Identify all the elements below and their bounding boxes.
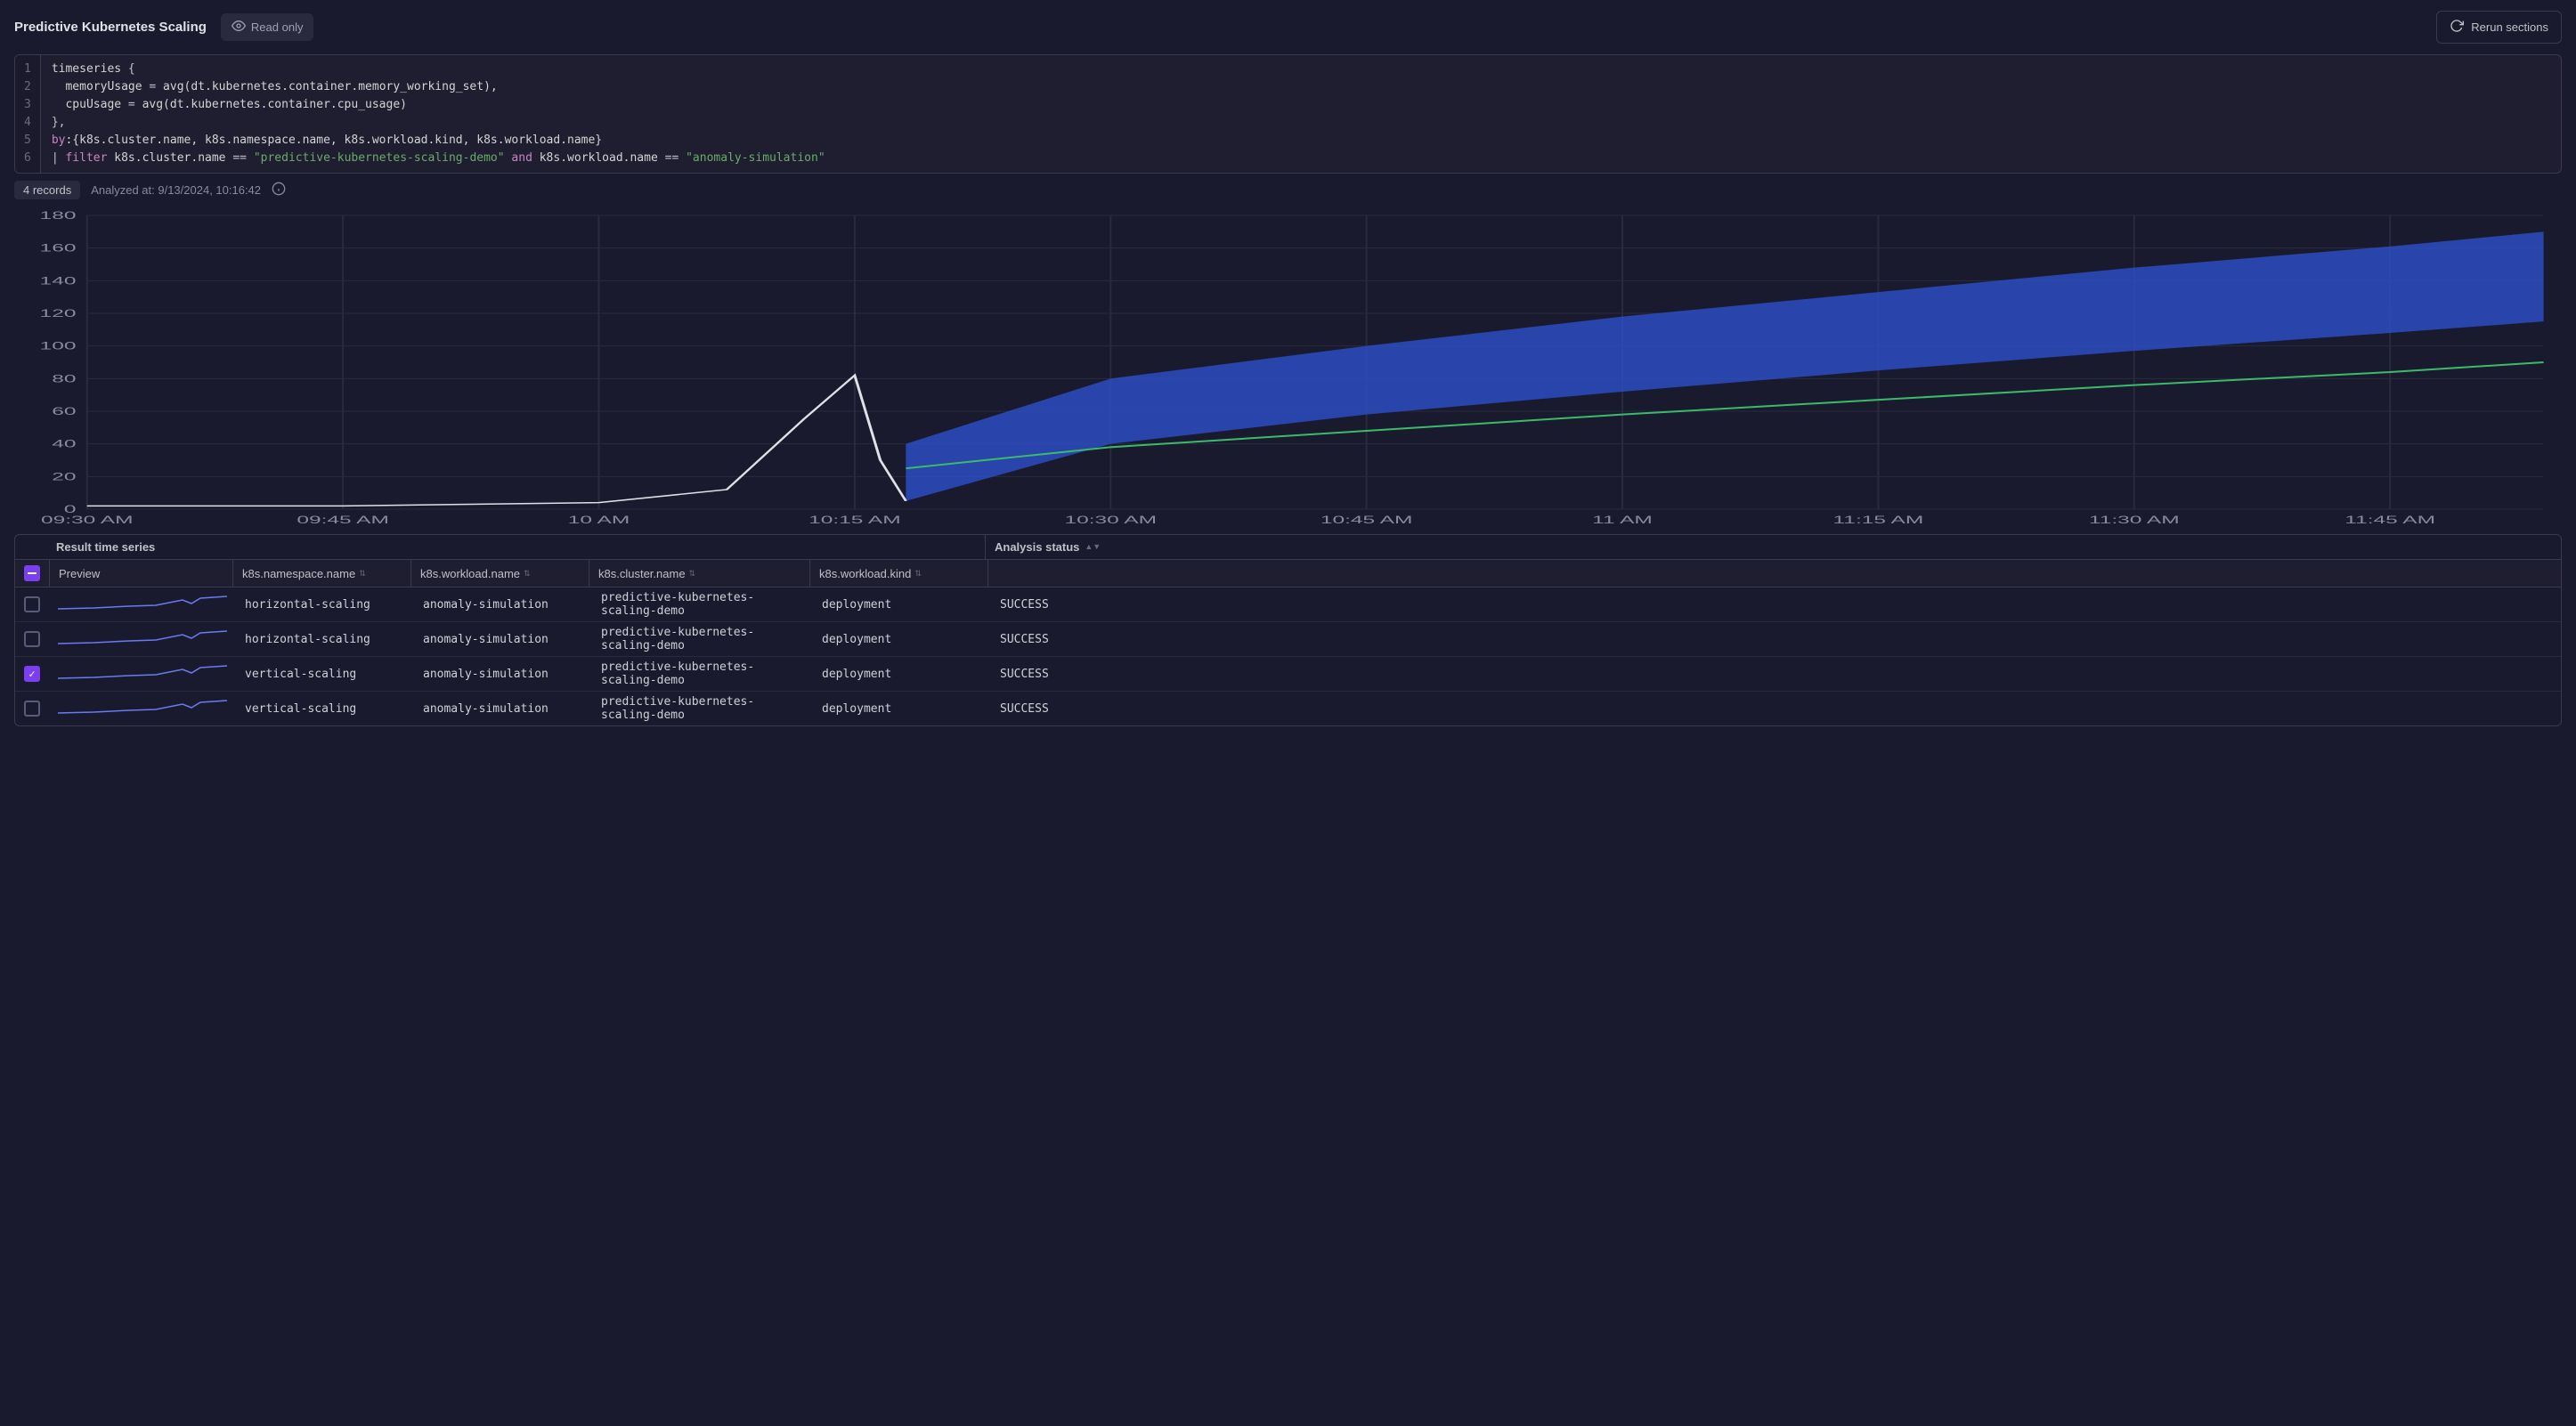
sort-icon: ⇅ [689,570,696,578]
cell-kind: deployment [813,664,991,685]
sparkline-cell [49,626,236,652]
sort-icon: ⇅ [524,570,531,578]
cell-wl: anomaly-simulation [414,699,592,719]
col-kind[interactable]: k8s.workload.kind⇅ [810,560,988,587]
group-header-status-label: Analysis status [995,540,1079,554]
cell-ns: horizontal-scaling [236,629,414,650]
cell-ns: vertical-scaling [236,664,414,685]
table-row[interactable]: horizontal-scalinganomaly-simulationpred… [15,587,2561,622]
row-checkbox-cell [15,697,49,720]
svg-text:10 AM: 10 AM [568,514,630,526]
row-checkbox-cell [15,628,49,651]
svg-text:120: 120 [40,308,77,320]
cell-status: SUCCESS [991,699,2561,719]
rerun-button[interactable]: Rerun sections [2436,11,2562,44]
line-gutter: 123456 [15,55,41,173]
col-namespace-label: k8s.namespace.name [242,567,355,580]
svg-text:40: 40 [52,439,76,450]
row-checkbox[interactable] [24,596,40,612]
row-checkbox-cell [15,593,49,616]
col-namespace[interactable]: k8s.namespace.name ⇅ [233,560,411,587]
svg-text:180: 180 [40,210,77,222]
checkbox-indeterminate[interactable] [24,565,40,581]
analyzed-timestamp: Analyzed at: 9/13/2024, 10:16:42 [91,183,261,197]
svg-text:11:15 AM: 11:15 AM [1833,514,1924,526]
row-checkbox[interactable] [24,666,40,682]
cell-cl: predictive-kubernetes-scaling-demo [592,692,813,725]
group-header-series: Result time series [15,535,986,559]
page-title: Predictive Kubernetes Scaling [14,20,207,35]
svg-text:140: 140 [40,275,77,287]
col-workload-label: k8s.workload.name [420,567,520,580]
row-checkbox-cell [15,662,49,685]
eye-icon [232,19,246,36]
sort-icon: ⇅ [359,570,366,578]
cell-wl: anomaly-simulation [414,629,592,650]
sparkline-cell [49,591,236,618]
svg-text:11:45 AM: 11:45 AM [2344,514,2435,526]
code-content[interactable]: timeseries { memoryUsage = avg(dt.kubern… [41,55,836,173]
col-preview[interactable]: Preview [50,560,233,587]
refresh-icon [2450,19,2464,36]
col-workload[interactable]: k8s.workload.name ⇅ [411,560,589,587]
group-header-series-label: Result time series [56,540,155,554]
svg-text:80: 80 [52,373,76,385]
select-all-checkbox[interactable] [15,560,50,587]
cell-wl: anomaly-simulation [414,664,592,685]
read-only-badge: Read only [221,13,314,41]
cell-cl: predictive-kubernetes-scaling-demo [592,587,813,621]
svg-text:100: 100 [40,341,77,352]
results-table: Result time series Analysis status ▲▼ Pr… [14,534,2562,726]
cell-cl: predictive-kubernetes-scaling-demo [592,622,813,656]
cell-wl: anomaly-simulation [414,595,592,615]
sparkline-cell [49,660,236,687]
table-row[interactable]: horizontal-scalinganomaly-simulationpred… [15,622,2561,657]
cell-kind: deployment [813,629,991,650]
records-count: 4 records [14,181,80,199]
cell-kind: deployment [813,595,991,615]
svg-text:09:30 AM: 09:30 AM [41,514,134,526]
sort-icon: ▲▼ [1085,543,1101,551]
col-cluster-label: k8s.cluster.name [598,567,686,580]
svg-text:10:30 AM: 10:30 AM [1064,514,1157,526]
cell-status: SUCCESS [991,664,2561,685]
table-row[interactable]: vertical-scalinganomaly-simulationpredic… [15,657,2561,692]
svg-text:09:45 AM: 09:45 AM [297,514,389,526]
svg-text:11:30 AM: 11:30 AM [2089,514,2180,526]
cell-kind: deployment [813,699,991,719]
row-checkbox[interactable] [24,701,40,717]
info-icon[interactable] [272,182,286,199]
sort-icon: ⇅ [914,570,922,578]
svg-text:60: 60 [52,406,76,417]
timeseries-chart[interactable]: 02040608010012014016018009:30 AM09:45 AM… [14,207,2562,527]
read-only-label: Read only [251,20,304,34]
query-editor[interactable]: 123456 timeseries { memoryUsage = avg(dt… [14,54,2562,174]
sparkline-cell [49,695,236,722]
cell-status: SUCCESS [991,595,2561,615]
row-checkbox[interactable] [24,631,40,647]
table-row[interactable]: vertical-scalinganomaly-simulationpredic… [15,692,2561,725]
col-kind-label: k8s.workload.kind [819,567,911,580]
col-preview-label: Preview [59,567,100,580]
col-status-spacer [988,560,2561,587]
cell-ns: vertical-scaling [236,699,414,719]
svg-text:160: 160 [40,243,77,255]
rerun-label: Rerun sections [2471,20,2548,34]
cell-status: SUCCESS [991,629,2561,650]
group-header-status[interactable]: Analysis status ▲▼ [986,535,2561,559]
svg-text:11 AM: 11 AM [1592,514,1653,526]
svg-text:20: 20 [52,471,76,482]
col-cluster[interactable]: k8s.cluster.name⇅ [589,560,810,587]
svg-text:10:15 AM: 10:15 AM [809,514,901,526]
cell-cl: predictive-kubernetes-scaling-demo [592,657,813,691]
svg-text:10:45 AM: 10:45 AM [1321,514,1413,526]
cell-ns: horizontal-scaling [236,595,414,615]
